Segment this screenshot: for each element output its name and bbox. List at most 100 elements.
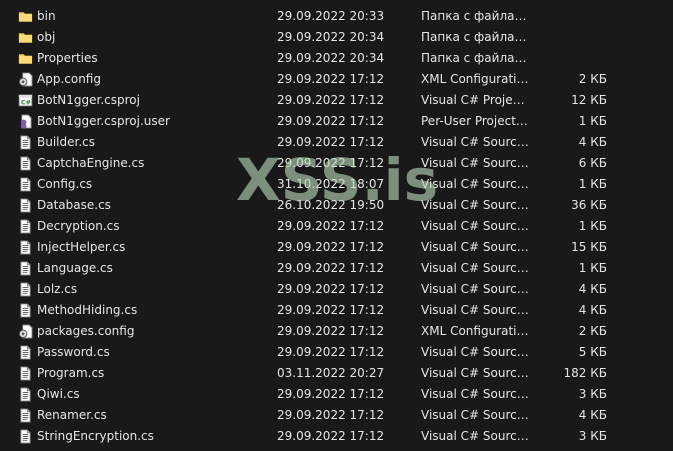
file-size: 2 КБ	[578, 72, 607, 86]
file-date-modified: 29.09.2022 17:12	[277, 345, 385, 359]
file-date-modified: 29.09.2022 17:12	[277, 261, 385, 275]
config-file-icon	[18, 72, 33, 87]
file-name: StringEncryption.cs	[37, 429, 154, 443]
user-project-file-icon	[18, 114, 33, 129]
file-type: Visual C# Project ...	[421, 93, 529, 107]
file-row[interactable]: InjectHelper.cs 29.09.2022 17:12 Visual C#…	[0, 237, 673, 258]
file-size: 3 КБ	[578, 387, 607, 401]
cs-file-icon	[18, 177, 33, 192]
file-type: Visual C# Source F...	[421, 282, 529, 296]
file-size: 4 КБ	[578, 135, 607, 149]
file-name: Decryption.cs	[37, 219, 120, 233]
file-row[interactable]: Program.cs 03.11.2022 20:27 Visual C# Sour…	[0, 363, 673, 384]
file-type: Visual C# Source F...	[421, 198, 529, 212]
file-name: MethodHiding.cs	[37, 303, 138, 317]
file-row[interactable]: Builder.cs 29.09.2022 17:12 Visual C# Sour…	[0, 132, 673, 153]
file-type: Visual C# Source F...	[421, 240, 529, 254]
file-date-modified: 29.09.2022 17:12	[277, 240, 385, 254]
file-row[interactable]: Database.cs 26.10.2022 19:50 Visual C# Sou…	[0, 195, 673, 216]
file-type: Папка с файлами	[421, 9, 529, 23]
file-size: 182 КБ	[563, 366, 607, 380]
file-date-modified: 29.09.2022 17:12	[277, 303, 385, 317]
file-row[interactable]: Renamer.cs 29.09.2022 17:12 Visual C# Sour…	[0, 405, 673, 426]
file-name: InjectHelper.cs	[37, 240, 126, 254]
file-date-modified: 29.09.2022 17:12	[277, 135, 385, 149]
file-date-modified: 29.09.2022 17:12	[277, 324, 385, 338]
file-date-modified: 29.09.2022 20:34	[277, 51, 385, 65]
file-type: Per-User Project O...	[421, 114, 529, 128]
file-date-modified: 29.09.2022 17:12	[277, 282, 385, 296]
file-date-modified: 29.09.2022 20:33	[277, 9, 385, 23]
file-row[interactable]: bin 29.09.2022 20:33 Папка с файлами	[0, 6, 673, 27]
file-type: Visual C# Source F...	[421, 177, 529, 191]
file-name: BotN1gger.csproj.user	[37, 114, 170, 128]
file-row[interactable]: Config.cs 31.10.2022 18:07 Visual C# Sourc…	[0, 174, 673, 195]
file-size: 12 КБ	[571, 93, 607, 107]
file-name: Password.cs	[37, 345, 110, 359]
file-size: 1 КБ	[578, 114, 607, 128]
file-type: XML Configuratio...	[421, 72, 529, 86]
file-date-modified: 29.09.2022 17:12	[277, 93, 385, 107]
cs-file-icon	[18, 156, 33, 171]
file-type: Visual C# Source F...	[421, 429, 529, 443]
file-date-modified: 26.10.2022 19:50	[277, 198, 385, 212]
file-row[interactable]: obj 29.09.2022 20:34 Папка с файлами	[0, 27, 673, 48]
cs-file-icon	[18, 303, 33, 318]
file-row[interactable]: Password.cs 29.09.2022 17:12 Visual C# Sou…	[0, 342, 673, 363]
file-type: XML Configuratio...	[421, 324, 529, 338]
file-row[interactable]: C# BotN1gger.csproj 29.09.2022 17:12 Visual…	[0, 90, 673, 111]
file-row[interactable]: BotN1gger.csproj.user 29.09.2022 17:12 Per…	[0, 111, 673, 132]
file-row[interactable]: Qiwi.cs 29.09.2022 17:12 Visual C# Source …	[0, 384, 673, 405]
file-row[interactable]: Properties 29.09.2022 20:34 Папка с файлам…	[0, 48, 673, 69]
file-size: 1 КБ	[578, 177, 607, 191]
file-name: Builder.cs	[37, 135, 96, 149]
file-type: Visual C# Source F...	[421, 387, 529, 401]
csproj-file-icon: C#	[18, 93, 33, 108]
file-name: Lolz.cs	[37, 282, 78, 296]
file-size: 6 КБ	[578, 156, 607, 170]
folder-icon	[18, 30, 33, 45]
cs-file-icon	[18, 198, 33, 213]
file-date-modified: 29.09.2022 17:12	[277, 387, 385, 401]
cs-file-icon	[18, 408, 33, 423]
file-type: Visual C# Source F...	[421, 135, 529, 149]
file-date-modified: 29.09.2022 17:12	[277, 156, 385, 170]
file-name: Language.cs	[37, 261, 113, 275]
file-row[interactable]: Lolz.cs 29.09.2022 17:12 Visual C# Source …	[0, 279, 673, 300]
file-type: Visual C# Source F...	[421, 408, 529, 422]
file-name: App.config	[37, 72, 101, 86]
file-row[interactable]: Decryption.cs 29.09.2022 17:12 Visual C# S…	[0, 216, 673, 237]
file-row[interactable]: CaptchaEngine.cs 29.09.2022 17:12 Visual C…	[0, 153, 673, 174]
file-size: 3 КБ	[578, 429, 607, 443]
svg-text:C#: C#	[21, 99, 32, 107]
file-list: bin 29.09.2022 20:33 Папка с файлами obj 29.…	[0, 6, 673, 447]
cs-file-icon	[18, 429, 33, 444]
file-row[interactable]: App.config 29.09.2022 17:12 XML Configurat…	[0, 69, 673, 90]
config-file-icon	[18, 324, 33, 339]
file-date-modified: 29.09.2022 20:34	[277, 30, 385, 44]
file-size: 5 КБ	[578, 345, 607, 359]
file-name: CaptchaEngine.cs	[37, 156, 145, 170]
file-date-modified: 29.09.2022 17:12	[277, 219, 385, 233]
file-row[interactable]: StringEncryption.cs 29.09.2022 17:12 Visua…	[0, 426, 673, 447]
file-name: bin	[37, 9, 56, 23]
file-size: 4 КБ	[578, 303, 607, 317]
cs-file-icon	[18, 366, 33, 381]
file-date-modified: 29.09.2022 17:12	[277, 114, 385, 128]
file-name: obj	[37, 30, 56, 44]
folder-icon	[18, 51, 33, 66]
file-date-modified: 29.09.2022 17:12	[277, 72, 385, 86]
file-type: Visual C# Source F...	[421, 261, 529, 275]
file-size: 2 КБ	[578, 324, 607, 338]
file-row[interactable]: Language.cs 29.09.2022 17:12 Visual C# Sou…	[0, 258, 673, 279]
file-type: Visual C# Source F...	[421, 345, 529, 359]
file-row[interactable]: MethodHiding.cs 29.09.2022 17:12 Visual C#…	[0, 300, 673, 321]
file-type: Папка с файлами	[421, 30, 529, 44]
cs-file-icon	[18, 240, 33, 255]
cs-file-icon	[18, 282, 33, 297]
file-row[interactable]: packages.config 29.09.2022 17:12 XML Confi…	[0, 321, 673, 342]
file-name: packages.config	[37, 324, 135, 338]
folder-icon	[18, 9, 33, 24]
cs-file-icon	[18, 219, 33, 234]
file-name: Qiwi.cs	[37, 387, 80, 401]
